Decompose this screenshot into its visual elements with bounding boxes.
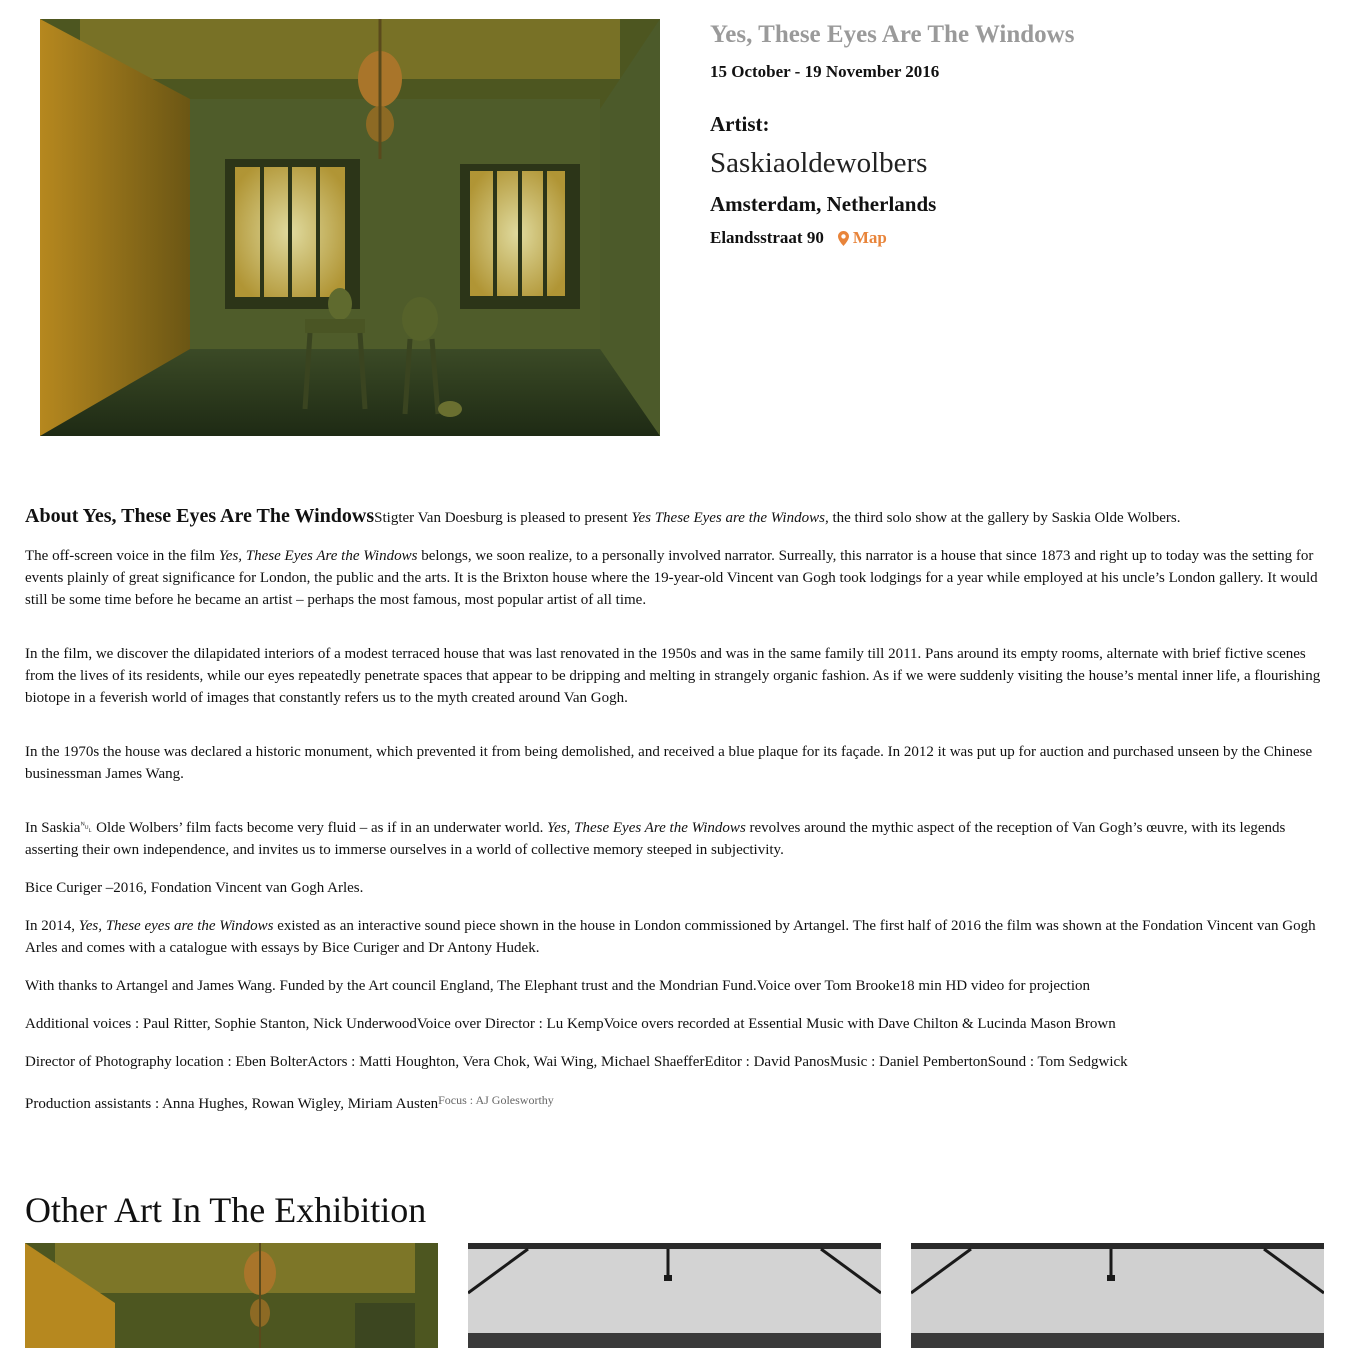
p10-small-credit: Focus : AJ Golesworthy: [438, 1093, 554, 1107]
about-paragraph-2: In the film, we discover the dilapidated…: [25, 646, 1321, 706]
map-link[interactable]: Map: [837, 227, 887, 249]
about-paragraph-7: With thanks to Artangel and James Wang. …: [25, 978, 1091, 994]
exhibition-title: Yes, These Eyes Are The Windows: [710, 21, 1075, 48]
about-paragraph-4: In Saskia␀ Olde Wolbers’ film facts beco…: [25, 817, 1325, 861]
artist-label: Artist:: [710, 112, 770, 136]
p4-title: Yes, These Eyes Are the Windows: [547, 820, 746, 836]
about-paragraph-9: Director of Photography location : Eben …: [25, 1054, 1128, 1070]
p1-text: The off-screen voice in the film: [25, 548, 219, 564]
exhibition-main-image: [40, 19, 660, 436]
gallery-address: Elandsstraat 90: [710, 228, 824, 247]
gallery-city: Amsterdam, Netherlands: [710, 192, 937, 216]
about-paragraph-6: In 2014, Yes, These eyes are the Windows…: [25, 915, 1325, 959]
about-intro: About Yes, These Eyes Are The WindowsSti…: [25, 505, 1325, 529]
about-intro-text: Stigter Van Doesburg is pleased to prese…: [374, 510, 632, 526]
exhibition-dates: 15 October - 19 November 2016: [710, 62, 940, 81]
p1-title: Yes, These Eyes Are the Windows: [218, 548, 418, 564]
about-paragraph-1: The off-screen voice in the film Yes, Th…: [25, 545, 1325, 611]
about-paragraph-10: Production assistants : Anna Hughes, Row…: [25, 1089, 1325, 1115]
p6-title: Yes, These eyes are the Windows: [78, 918, 274, 934]
map-link-label: Map: [852, 228, 887, 247]
artist-name-link[interactable]: Saskiaoldewolbers: [710, 145, 1310, 181]
other-art-thumbnail-1[interactable]: [25, 1243, 438, 1348]
about-heading: About Yes, These Eyes Are The Windows: [25, 505, 375, 527]
about-section: About Yes, These Eyes Are The WindowsSti…: [25, 505, 1325, 1131]
other-art-grid: [25, 1243, 1325, 1348]
gallery-address-row: Elandsstraat 90 Map: [710, 227, 1310, 249]
other-art-heading: Other Art In The Exhibition: [25, 1190, 427, 1230]
map-pin-icon: [837, 230, 849, 246]
p10-text: Production assistants : Anna Hughes, Row…: [25, 1096, 439, 1112]
p6-text: In 2014,: [25, 918, 79, 934]
other-art-thumbnail-3[interactable]: [911, 1243, 1324, 1348]
about-intro-title: Yes These Eyes are the Windows: [631, 510, 825, 526]
other-art-thumbnail-2[interactable]: [468, 1243, 881, 1348]
about-paragraph-5: Bice Curiger –2016, Fondation Vincent va…: [25, 880, 364, 896]
about-paragraph-8: Additional voices : Paul Ritter, Sophie …: [25, 1016, 1116, 1032]
p4-text: In Saskia␀ Olde Wolbers’ film facts beco…: [25, 820, 548, 836]
exhibition-info: Yes, These Eyes Are The Windows 15 Octob…: [710, 19, 1310, 249]
about-intro-text-end: , the third solo show at the gallery by …: [824, 510, 1181, 526]
about-paragraph-3: In the 1970s the house was declared a hi…: [25, 744, 1313, 782]
